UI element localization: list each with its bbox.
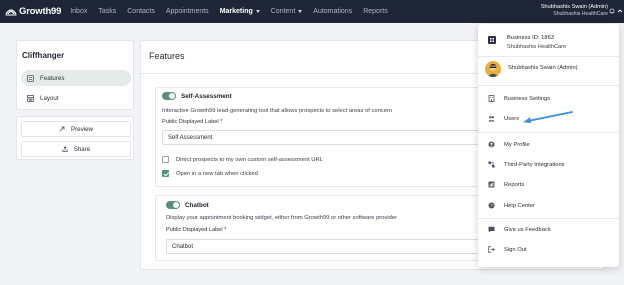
sidebar-title: Cliffhanger: [22, 51, 65, 60]
header-user-name: Shubhashis Swain (Admin): [540, 4, 608, 10]
input-value: Chatbot: [172, 243, 194, 250]
building-icon: [488, 95, 495, 102]
page-title: Features: [149, 51, 185, 61]
dropdown-divider: [478, 56, 619, 57]
nav-label: Content: [270, 8, 296, 15]
sidebar-item-features[interactable]: Features: [21, 70, 131, 86]
integrations-icon: [488, 161, 495, 168]
new-tab-checkbox-label: Open in a new tab when clicked: [176, 171, 258, 177]
avatar-illustration-icon: [485, 61, 501, 77]
nav-label: Inbox: [70, 8, 88, 15]
help-icon: ?: [488, 202, 495, 209]
menu-item-users[interactable]: Users: [488, 115, 519, 122]
dropdown-divider: [478, 218, 619, 219]
sidebar-card: Cliffhanger Features Layout: [16, 40, 134, 110]
dropdown-divider: [478, 85, 619, 86]
nav-marketing[interactable]: Marketing: [220, 8, 260, 15]
business-id: Business ID: 1863: [507, 35, 555, 41]
annotation-arrow-icon: [523, 111, 573, 123]
notification-bell-icon[interactable]: [609, 8, 615, 14]
nav-contacts[interactable]: Contacts: [127, 8, 155, 15]
business-info: Business ID: 1863 Shubhashis HealthCare: [488, 34, 566, 51]
layout-icon: [27, 94, 34, 102]
menu-item-label: Business Settings: [504, 95, 551, 102]
chatbot-toggle[interactable]: [166, 201, 180, 209]
nav-inbox[interactable]: Inbox: [70, 8, 87, 15]
users-icon: [488, 116, 495, 122]
share-icon: [62, 146, 68, 152]
logo-text: Growth99: [19, 6, 62, 17]
reports-icon: [488, 181, 495, 188]
dropdown-divider: [478, 132, 619, 133]
preview-label: Preview: [70, 125, 93, 133]
nav-tasks[interactable]: Tasks: [98, 8, 116, 15]
input-value: Self Assessment: [168, 134, 213, 141]
feedback-icon: [488, 226, 495, 233]
nav-label: Marketing: [219, 8, 253, 15]
header-user-org: Shubhashis HealthCare: [553, 11, 608, 17]
menu-item-reports[interactable]: Reports: [488, 181, 524, 188]
preview-button[interactable]: Preview: [21, 121, 131, 137]
nav-appointments[interactable]: Appointments: [166, 8, 209, 15]
chatbot-label-title: Public Displayed Label *: [166, 227, 227, 233]
caret-down-icon: [255, 10, 260, 13]
menu-item-help-center[interactable]: ? Help Center: [488, 202, 535, 209]
top-navigation-bar: Growth99 Inbox Tasks Contacts Appointmen…: [0, 0, 624, 23]
self-assessment-description: Interactive Growth99 lead-generating too…: [162, 108, 393, 114]
share-button[interactable]: Share: [21, 141, 131, 157]
nav-label: Tasks: [98, 8, 117, 15]
menu-item-label: Reports: [504, 181, 525, 188]
custom-url-checkbox[interactable]: [162, 156, 169, 163]
business-icon: [488, 36, 496, 44]
growth99-logo[interactable]: Growth99: [5, 6, 61, 17]
account-menu-trigger[interactable]: Shubhashis Swain (Admin) Shubhashis Heal…: [541, 4, 608, 18]
nav-reports[interactable]: Reports: [363, 8, 388, 15]
avatar: [485, 61, 501, 77]
chatbot-description: Display your appointment booking widget,…: [166, 215, 398, 221]
menu-item-label: Sign Out: [504, 246, 527, 253]
account-dropdown-menu: Business ID: 1863 Shubhashis HealthCare …: [478, 24, 619, 267]
chatbot-title: Chatbot: [185, 202, 209, 209]
logo-mark-icon: [5, 9, 17, 16]
menu-item-label: Third-Party Integrations: [504, 161, 565, 168]
menu-item-label: Users: [504, 115, 520, 122]
chevron-up-icon[interactable]: [617, 8, 623, 14]
nav-label: Contacts: [127, 8, 155, 15]
sidebar-item-label: Features: [40, 74, 65, 82]
menu-item-give-feedback[interactable]: Give us Feedback: [488, 226, 551, 233]
self-assessment-title: Self-Assessment: [181, 93, 232, 100]
business-name: Shubhashis HealthCare: [507, 44, 567, 50]
menu-item-label: Give us Feedback: [504, 226, 551, 233]
share-label: Share: [73, 145, 91, 153]
menu-item-third-party-integrations[interactable]: Third-Party Integrations: [488, 161, 565, 168]
sidebar-actions-card: Preview Share: [16, 116, 134, 160]
sidebar-item-layout[interactable]: Layout: [21, 90, 131, 106]
menu-item-label: Help Center: [504, 202, 535, 209]
features-icon: [27, 74, 34, 82]
self-assessment-label-title: Public Displayed Label *: [162, 119, 223, 125]
menu-item-label: My Profile: [504, 141, 530, 148]
new-tab-checkbox[interactable]: [162, 170, 169, 177]
menu-item-my-profile[interactable]: My Profile: [488, 141, 530, 148]
dropdown-user-name: Shubhashis Swain (Admin): [508, 65, 578, 71]
sidebar-item-label: Layout: [40, 94, 59, 102]
profile-icon: [488, 141, 495, 148]
nav-label: Automations: [313, 8, 353, 15]
main-nav: Inbox Tasks Contacts Appointments Market…: [70, 8, 399, 15]
external-link-icon: [59, 126, 65, 132]
sign-out-icon: [488, 246, 495, 253]
caret-down-icon: [298, 10, 303, 13]
nav-label: Reports: [363, 8, 388, 15]
custom-url-checkbox-label: Direct prospects to my own custom self-a…: [176, 157, 323, 163]
nav-content[interactable]: Content: [271, 8, 303, 15]
nav-automations[interactable]: Automations: [313, 8, 352, 15]
nav-label: Appointments: [165, 8, 209, 15]
menu-item-sign-out[interactable]: Sign Out: [488, 246, 527, 253]
self-assessment-toggle[interactable]: [162, 92, 176, 100]
menu-item-business-settings[interactable]: Business Settings: [488, 95, 550, 102]
